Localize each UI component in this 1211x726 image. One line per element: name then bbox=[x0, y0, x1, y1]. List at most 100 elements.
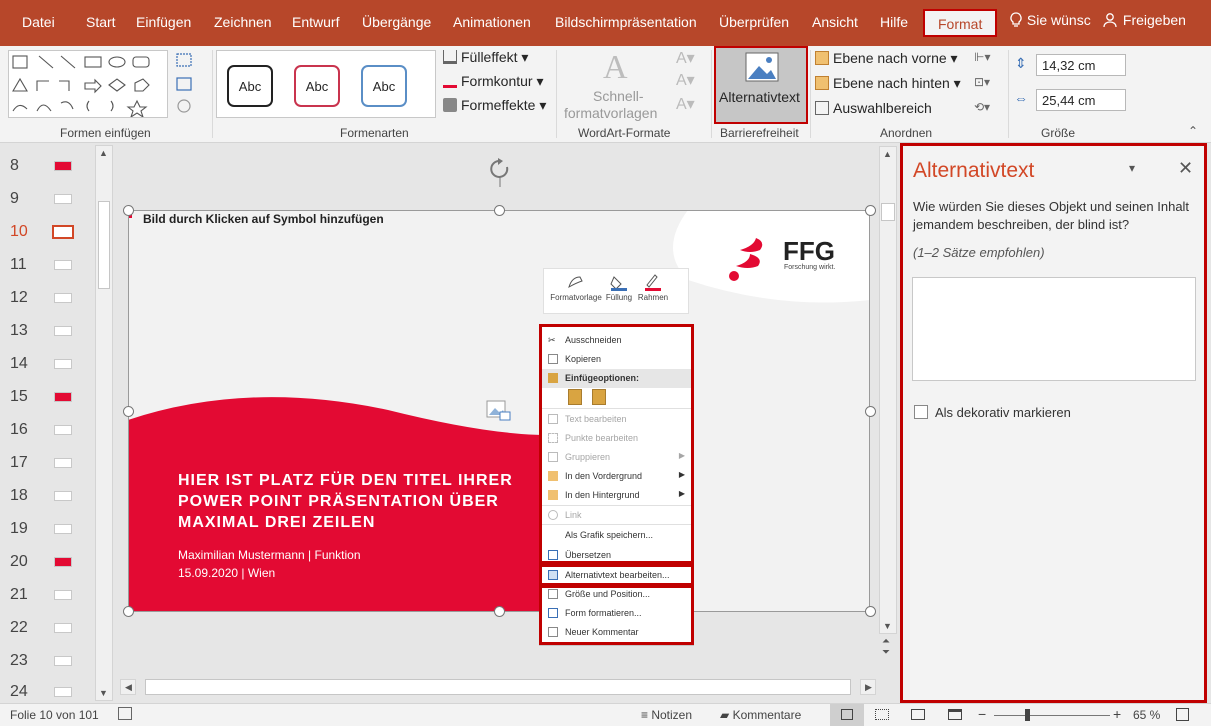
pane-options-icon[interactable]: ▾ bbox=[1129, 161, 1135, 175]
scroll-thumb[interactable] bbox=[98, 201, 110, 289]
style-sample-red[interactable]: Abc bbox=[294, 65, 340, 107]
tab-zeichnen[interactable]: Zeichnen bbox=[214, 14, 272, 30]
decorative-checkbox[interactable] bbox=[914, 405, 928, 419]
scroll-up-icon[interactable]: ▲ bbox=[99, 148, 108, 158]
alt-text-input[interactable] bbox=[912, 277, 1196, 381]
prev-slide-icon[interactable]: ⏶ ⏷ bbox=[882, 636, 890, 658]
slide-thumbnail[interactable] bbox=[54, 557, 72, 567]
fill-button[interactable]: Fülleffekt ▾ bbox=[443, 49, 528, 66]
slide-thumbnail[interactable] bbox=[54, 293, 72, 303]
zoom-slider-thumb[interactable] bbox=[1025, 709, 1030, 721]
scroll-left-icon[interactable]: ◀ bbox=[120, 679, 136, 695]
paste-keep-format-icon[interactable] bbox=[568, 389, 582, 405]
zoom-out-icon[interactable]: − bbox=[978, 706, 986, 722]
slide-title[interactable]: HIER IST PLATZ FÜR DEN TITEL IHRER POWER… bbox=[178, 470, 548, 533]
align-buttons[interactable]: ⊩▾ ⊡▾ ⟲▾ bbox=[974, 50, 1004, 120]
comments-button[interactable]: ▰ Kommentare bbox=[720, 708, 801, 722]
resize-handle[interactable] bbox=[123, 606, 134, 617]
tab-uebergaenge[interactable]: Übergänge bbox=[362, 14, 431, 30]
scroll-thumb[interactable] bbox=[145, 679, 851, 695]
resize-handle[interactable] bbox=[123, 205, 134, 216]
zoom-in-icon[interactable]: + bbox=[1113, 706, 1121, 722]
resize-handle[interactable] bbox=[123, 406, 134, 417]
scroll-up-icon[interactable]: ▲ bbox=[883, 149, 892, 159]
text-format-buttons[interactable]: A▾ A▾ A▾ bbox=[676, 48, 708, 120]
menu-item-copy[interactable]: Kopieren bbox=[540, 350, 693, 369]
style-sample-blue[interactable]: Abc bbox=[361, 65, 407, 107]
shape-gallery[interactable] bbox=[8, 50, 168, 119]
slide-sorter-icon[interactable] bbox=[875, 709, 889, 720]
resize-handle[interactable] bbox=[494, 606, 505, 617]
tell-me-search[interactable]: Sie wünsc bbox=[1009, 12, 1091, 28]
slide-thumbnail[interactable] bbox=[54, 458, 72, 468]
alt-text-button[interactable]: Alternativtext bbox=[714, 46, 808, 124]
close-icon[interactable]: ✕ bbox=[1178, 158, 1193, 179]
slide-thumbnail[interactable] bbox=[54, 260, 72, 270]
height-input[interactable]: 14,32 cm bbox=[1036, 54, 1126, 76]
menu-item-send-to-back[interactable]: In den Hintergrund ▶ bbox=[540, 486, 693, 505]
slide-thumbnail[interactable] bbox=[54, 590, 72, 600]
resize-handle[interactable] bbox=[865, 606, 876, 617]
zoom-level[interactable]: 65 % bbox=[1133, 708, 1160, 722]
tab-bildschirmpraesentation[interactable]: Bildschirmpräsentation bbox=[555, 14, 697, 30]
tab-entwurf[interactable]: Entwurf bbox=[292, 14, 339, 30]
slide-thumbnail[interactable] bbox=[54, 392, 72, 402]
slide-canvas[interactable]: Bild durch Klicken auf Symbol hinzufügen… bbox=[128, 210, 870, 612]
mini-outline-button[interactable]: Rahmen bbox=[636, 273, 670, 313]
zoom-slider[interactable] bbox=[994, 715, 1110, 716]
slide-thumbnail-current[interactable] bbox=[52, 225, 74, 239]
width-input[interactable]: 25,44 cm bbox=[1036, 89, 1126, 111]
resize-handle[interactable] bbox=[865, 205, 876, 216]
menu-item-format-shape[interactable]: Form formatieren... bbox=[540, 604, 693, 623]
mini-style-button[interactable]: Formatvorlage bbox=[548, 273, 604, 313]
tab-datei[interactable]: Datei bbox=[22, 14, 55, 30]
menu-item-new-comment[interactable]: Neuer Kommentar bbox=[540, 623, 693, 642]
spelling-icon[interactable] bbox=[118, 707, 132, 720]
notes-button[interactable]: ≡ Notizen bbox=[641, 708, 692, 722]
tab-animationen[interactable]: Animationen bbox=[453, 14, 531, 30]
effects-button[interactable]: Formeffekte ▾ bbox=[443, 97, 546, 114]
style-sample-black[interactable]: Abc bbox=[227, 65, 273, 107]
slide-thumbnail[interactable] bbox=[54, 623, 72, 633]
selection-pane-button[interactable]: Auswahlbereich bbox=[815, 100, 932, 116]
scroll-down-icon[interactable]: ▼ bbox=[883, 621, 892, 631]
collapse-ribbon-icon[interactable]: ⌃ bbox=[1188, 124, 1198, 138]
slide-thumbnail[interactable] bbox=[54, 161, 72, 171]
tab-einfuegen[interactable]: Einfügen bbox=[136, 14, 191, 30]
bring-forward-button[interactable]: Ebene nach vorne ▾ bbox=[815, 50, 958, 67]
menu-item-save-as-picture[interactable]: Als Grafik speichern... bbox=[540, 526, 693, 545]
quick-styles-button[interactable]: A Schnell- formatvorlagen bbox=[561, 46, 671, 124]
send-backward-button[interactable]: Ebene nach hinten ▾ bbox=[815, 75, 961, 92]
menu-item-bring-to-front[interactable]: In den Vordergrund ▶ bbox=[540, 467, 693, 486]
scroll-thumb[interactable] bbox=[881, 203, 895, 221]
tab-ansicht[interactable]: Ansicht bbox=[812, 14, 858, 30]
shape-tools[interactable] bbox=[173, 50, 207, 118]
slide-thumbnail[interactable] bbox=[54, 194, 72, 204]
slide-author[interactable]: Maximilian Mustermann | Funktion bbox=[178, 548, 361, 562]
share-button[interactable]: Freigeben bbox=[1103, 12, 1186, 28]
menu-item-edit-alt-text[interactable]: Alternativtext bearbeiten... bbox=[540, 566, 693, 585]
slide-thumbnail[interactable] bbox=[54, 656, 72, 666]
slide-thumbnail[interactable] bbox=[54, 491, 72, 501]
slide-thumbnail[interactable] bbox=[54, 359, 72, 369]
mini-fill-button[interactable]: Füllung bbox=[604, 273, 634, 313]
outline-button[interactable]: Formkontur ▾ bbox=[443, 73, 544, 90]
thumbnail-scrollbar[interactable]: ▲ ▼ bbox=[95, 145, 113, 701]
scroll-right-icon[interactable]: ▶ bbox=[860, 679, 876, 695]
horizontal-scrollbar[interactable]: ◀ ▶ bbox=[120, 677, 878, 697]
paste-picture-icon[interactable] bbox=[592, 389, 606, 405]
slide-thumbnail[interactable] bbox=[54, 425, 72, 435]
resize-handle[interactable] bbox=[865, 406, 876, 417]
insert-picture-icon[interactable] bbox=[486, 400, 512, 424]
slide-thumbnail[interactable] bbox=[54, 524, 72, 534]
rotate-handle-icon[interactable] bbox=[487, 157, 513, 187]
slide-thumbnail[interactable] bbox=[54, 326, 72, 336]
slideshow-icon[interactable] bbox=[948, 709, 962, 720]
slide-scrollbar[interactable]: ▲ ▼ bbox=[879, 146, 897, 634]
slide-date[interactable]: 15.09.2020 | Wien bbox=[178, 566, 275, 580]
fit-to-window-icon[interactable] bbox=[1176, 708, 1189, 721]
menu-item-cut[interactable]: ✂ Ausschneiden bbox=[540, 331, 693, 350]
scroll-down-icon[interactable]: ▼ bbox=[99, 688, 108, 698]
menu-item-size-position[interactable]: Größe und Position... bbox=[540, 585, 693, 604]
tab-format[interactable]: Format bbox=[923, 9, 998, 37]
